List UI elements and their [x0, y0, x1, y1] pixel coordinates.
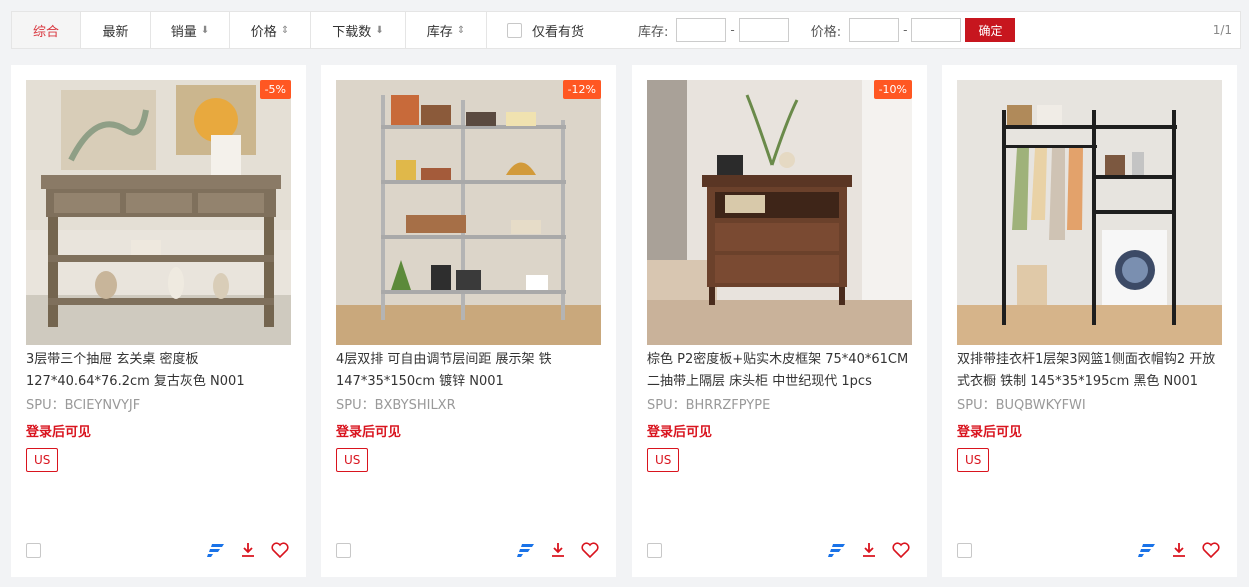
stock-max-input[interactable]	[738, 18, 789, 42]
arrow-down-icon: ⬇	[375, 24, 384, 36]
product-card[interactable]: 双排带挂衣杆1层架3网篮1侧面衣帽钩2 开放式衣橱 铁制 145*35*195c…	[942, 65, 1237, 577]
select-checkbox[interactable]	[647, 543, 662, 558]
sort-arrows-icon: ⇕	[280, 24, 290, 36]
product-title[interactable]: 双排带挂衣杆1层架3网篮1侧面衣帽钩2 开放式衣橱 铁制 145*35*195c…	[957, 349, 1225, 393]
product-image-nightstand[interactable]: -10%	[647, 80, 912, 345]
sort-stock[interactable]: 库存 ⇕	[406, 12, 487, 48]
product-title[interactable]: 3层带三个抽屉 玄关桌 密度板 127*40.64*76.2cm 复古灰色 N0…	[26, 349, 294, 393]
confirm-button[interactable]: 确定	[965, 18, 1016, 42]
price-range-label: 价格:	[810, 24, 842, 40]
sort-newest[interactable]: 最新	[81, 12, 151, 48]
range-dash: -	[730, 23, 735, 37]
login-to-view-price[interactable]: 登录后可见	[26, 421, 91, 440]
login-to-view-price[interactable]: 登录后可见	[647, 421, 712, 440]
heart-icon[interactable]	[891, 540, 911, 560]
product-card[interactable]: -5% 3层带三个抽屉 玄关桌 密度板 127*40.64*76.2cm 复古灰…	[11, 65, 306, 577]
arrow-down-icon: ⬇	[200, 24, 210, 36]
pagination: 1/1	[1212, 23, 1232, 37]
sort-downloads[interactable]: 下载数 ⬇	[311, 12, 406, 48]
download-icon[interactable]	[1169, 540, 1189, 560]
download-icon[interactable]	[238, 540, 258, 560]
discount-badge: -12%	[562, 80, 601, 99]
product-title[interactable]: 棕色 P2密度板+贴实木皮框架 75*40*61CM 二抽带上隔层 床头柜 中世…	[647, 349, 915, 393]
region-tag: US	[957, 448, 990, 472]
sort-arrows-icon: ⇕	[456, 24, 466, 36]
stock-min-input[interactable]	[676, 18, 727, 42]
product-spu: SPU：BXBYSHILXR	[336, 398, 456, 413]
product-card[interactable]: -12% 4层双排 可自由调节层间距 展示架 铁 147*35*150cm 镀锌…	[321, 65, 616, 577]
in-stock-checkbox[interactable]	[507, 22, 522, 38]
price-min-input[interactable]	[849, 18, 900, 42]
login-to-view-price[interactable]: 登录后可见	[336, 421, 401, 440]
sort-sales[interactable]: 销量 ⬇	[151, 12, 230, 48]
sort-price[interactable]: 价格 ⇕	[230, 12, 311, 48]
login-to-view-price[interactable]: 登录后可见	[957, 421, 1022, 440]
product-spu: SPU：BUQBWKYFWI	[957, 398, 1086, 413]
download-icon[interactable]	[859, 540, 879, 560]
in-stock-filter[interactable]: 仅看有货	[507, 21, 584, 40]
flow-logo-icon[interactable]	[206, 540, 226, 560]
select-checkbox[interactable]	[957, 543, 972, 558]
region-tag: US	[26, 448, 59, 472]
region-tag: US	[647, 448, 680, 472]
in-stock-label: 仅看有货	[532, 24, 585, 40]
product-title[interactable]: 4层双排 可自由调节层间距 展示架 铁 147*35*150cm 镀锌 N001	[336, 349, 604, 393]
product-card[interactable]: -10% 棕色 P2密度板+贴实木皮框架 75*40*61CM 二抽带上隔层 床…	[632, 65, 927, 577]
discount-badge: -5%	[259, 80, 291, 99]
filter-toolbar: 综合 最新 销量 ⬇ 价格 ⇕ 下载数 ⬇ 库存 ⇕ 仅看有货 库存: - 价格: - …	[11, 11, 1241, 49]
region-tag: US	[336, 448, 369, 472]
product-image-wire-shelf[interactable]: -12%	[336, 80, 601, 345]
sort-comprehensive[interactable]: 综合	[12, 12, 81, 48]
range-dash: -	[903, 23, 908, 37]
product-spu: SPU：BHRRZFPYPE	[647, 398, 771, 413]
product-image-wardrobe-rack[interactable]	[957, 80, 1222, 345]
flow-logo-icon[interactable]	[1137, 540, 1157, 560]
select-checkbox[interactable]	[26, 543, 41, 558]
heart-icon[interactable]	[580, 540, 600, 560]
heart-icon[interactable]	[270, 540, 290, 560]
heart-icon[interactable]	[1201, 540, 1221, 560]
product-image-console-table[interactable]: -5%	[26, 80, 291, 345]
price-max-input[interactable]	[911, 18, 962, 42]
flow-logo-icon[interactable]	[827, 540, 847, 560]
download-icon[interactable]	[548, 540, 568, 560]
flow-logo-icon[interactable]	[516, 540, 536, 560]
discount-badge: -10%	[873, 80, 912, 99]
product-spu: SPU：BCIEYNVYJF	[26, 398, 141, 413]
stock-range-label: 库存:	[638, 24, 669, 40]
select-checkbox[interactable]	[336, 543, 351, 558]
